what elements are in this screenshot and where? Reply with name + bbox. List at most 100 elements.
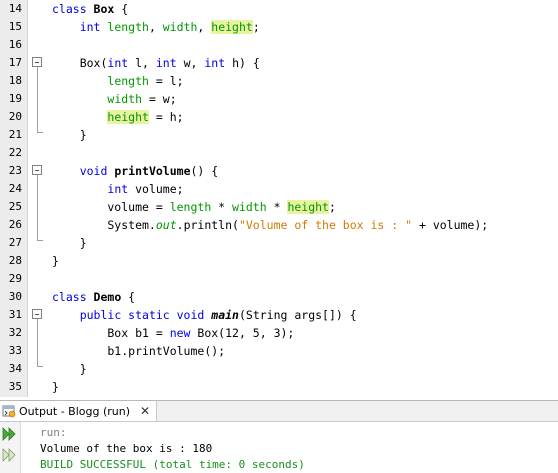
code-token: , [197, 20, 212, 34]
code-token: = h; [148, 110, 184, 124]
code-line[interactable]: 23 void printVolume() { [0, 162, 558, 180]
fold-guide-line [37, 175, 38, 240]
code-token: * [266, 200, 288, 214]
code-token: Box b1 = [52, 326, 170, 340]
output-line: BUILD SUCCESSFUL (total time: 0 seconds) [40, 458, 305, 471]
code-token: int [107, 182, 129, 196]
code-line[interactable]: 21 } [0, 126, 558, 144]
code-line[interactable]: 20 height = h; [0, 108, 558, 126]
output-toolbar [0, 422, 21, 473]
code-token: length [169, 200, 212, 214]
code-token: , [148, 20, 163, 34]
code-token: length [107, 74, 149, 88]
close-icon[interactable]: ✕ [140, 404, 150, 418]
code-token: printVolume [114, 164, 191, 178]
code-token: "Volume of the box is : " [238, 218, 413, 232]
code-text: } [52, 360, 87, 378]
code-text: Box(int l, int w, int h) { [52, 54, 260, 72]
console-icon [2, 404, 16, 418]
code-line[interactable]: 14 class Box { [0, 0, 558, 18]
code-token: } [52, 254, 59, 268]
code-token: main [211, 308, 239, 322]
code-line[interactable]: 35} [0, 378, 558, 396]
code-line[interactable]: 32 Box b1 = new Box(12, 5, 3); [0, 324, 558, 342]
code-line[interactable]: 15 int length, width, height; [0, 18, 558, 36]
rerun-icon[interactable] [2, 426, 18, 441]
line-number: 18 [8, 74, 22, 87]
code-line[interactable]: 22 [0, 144, 558, 162]
output-tab-label: Output - Blogg (run) [19, 404, 131, 418]
code-line[interactable]: 29 [0, 270, 558, 288]
rerun-with-options-icon[interactable] [2, 447, 18, 462]
line-number: 29 [8, 272, 22, 285]
code-token: b1.printVolume(); [52, 344, 226, 358]
code-line[interactable]: 17 Box(int l, int w, int h) { [0, 54, 558, 72]
output-line: Volume of the box is : 180 [40, 442, 213, 455]
line-number: 28 [8, 254, 22, 267]
code-token: int [155, 56, 177, 70]
code-token: length [107, 20, 149, 34]
fold-guide-line [37, 67, 38, 132]
code-line[interactable]: 26 System.out.println("Volume of the box… [0, 216, 558, 234]
code-line[interactable]: 28} [0, 252, 558, 270]
code-text: void printVolume() { [52, 162, 219, 180]
code-line[interactable]: 34 } [0, 360, 558, 378]
code-text: Box b1 = new Box(12, 5, 3); [52, 324, 294, 342]
code-text: int length, width, height; [52, 18, 260, 36]
fold-collapse-icon[interactable] [32, 57, 42, 67]
line-number: 27 [8, 236, 22, 249]
code-token: Demo [93, 290, 122, 304]
code-line[interactable]: 19 width = w; [0, 90, 558, 108]
code-token: } [52, 128, 87, 142]
code-token: { [114, 2, 129, 16]
code-line[interactable]: 16 [0, 36, 558, 54]
code-text: } [52, 252, 59, 270]
line-number: 17 [8, 56, 22, 69]
code-token: width [107, 92, 143, 106]
code-token: = w; [142, 92, 177, 106]
code-text: height = h; [52, 108, 184, 126]
code-text: class Demo { [52, 288, 135, 306]
line-number: 33 [8, 344, 22, 357]
output-panel: Output - Blogg (run) ✕ run: Volume of the… [0, 400, 558, 473]
line-number: 21 [8, 128, 22, 141]
code-token: h) { [225, 56, 260, 70]
code-line[interactable]: 18 length = l; [0, 72, 558, 90]
code-token: int [204, 56, 226, 70]
fold-end-marker [37, 132, 43, 133]
code-token: .println( [176, 218, 239, 232]
fold-collapse-icon[interactable] [32, 165, 42, 175]
code-editor[interactable]: 14 class Box {15 int length, width, heigh… [0, 0, 558, 397]
tab-output-blogg-run[interactable]: Output - Blogg (run) ✕ [0, 401, 158, 421]
fold-collapse-icon[interactable] [32, 309, 42, 319]
code-token: ; [252, 20, 260, 34]
code-token: = l; [148, 74, 184, 88]
code-line[interactable]: 25 volume = length * width * height; [0, 198, 558, 216]
code-text: volume = length * width * height; [52, 198, 336, 216]
code-token: Box( [52, 56, 108, 70]
code-line[interactable]: 27 } [0, 234, 558, 252]
code-token: void [79, 164, 115, 178]
code-token: width [232, 200, 267, 214]
line-number: 34 [8, 362, 22, 375]
line-number: 15 [8, 20, 22, 33]
code-text: } [52, 378, 59, 396]
code-line[interactable]: 31 public static void main(String args[]… [0, 306, 558, 324]
code-token: l, [128, 56, 156, 70]
line-number: 26 [8, 218, 22, 231]
line-number: 14 [8, 2, 22, 15]
code-token: * [211, 200, 233, 214]
code-token: out [155, 218, 177, 232]
line-number: 20 [8, 110, 22, 123]
code-line[interactable]: 30 class Demo { [0, 288, 558, 306]
code-text: int volume; [52, 180, 183, 198]
code-line[interactable]: 24 int volume; [0, 180, 558, 198]
code-token: public static void [79, 308, 212, 322]
code-token: (String args[]) { [238, 308, 357, 322]
code-line[interactable]: 33 b1.printVolume(); [0, 342, 558, 360]
code-token: class [52, 290, 94, 304]
code-token: { [121, 290, 136, 304]
fold-end-marker [37, 366, 43, 367]
